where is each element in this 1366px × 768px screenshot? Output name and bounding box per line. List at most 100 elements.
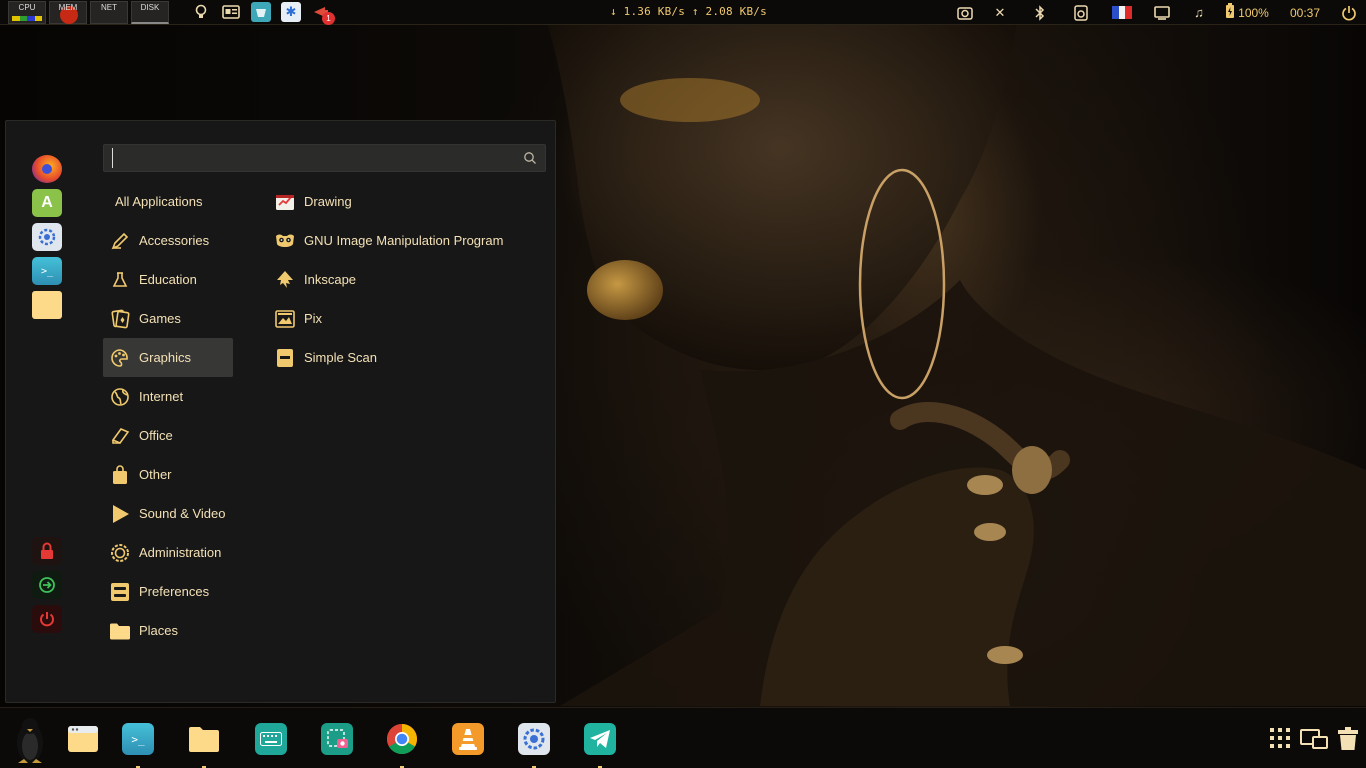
category-label: Education	[139, 272, 197, 287]
file-manager-window-icon[interactable]	[67, 723, 99, 755]
inkscape-icon	[274, 269, 296, 291]
net-monitor-label: NET	[101, 2, 117, 12]
music-icon[interactable]: ♫	[1182, 0, 1216, 25]
app-label: Drawing	[304, 194, 352, 209]
preferences-icon	[109, 581, 131, 603]
app-gimp[interactable]: GNU Image Manipulation Program	[268, 221, 548, 260]
search-box	[103, 144, 546, 172]
category-internet[interactable]: Internet	[103, 377, 233, 416]
news-icon[interactable]	[221, 2, 241, 22]
category-graphics[interactable]: Graphics	[103, 338, 233, 377]
settings-icon[interactable]	[518, 723, 550, 768]
category-label: Sound & Video	[139, 506, 226, 521]
software-store-icon[interactable]: A	[32, 189, 62, 217]
app-label: Pix	[304, 311, 323, 326]
places-icon	[109, 620, 131, 642]
flower-app-icon[interactable]: ✱	[281, 2, 301, 22]
net-speed-indicator[interactable]: ↓ 1.36 KB/s ↑ 2.08 KB/s	[610, 5, 767, 18]
firefox-icon[interactable]	[32, 155, 62, 183]
app-simple-scan[interactable]: Simple Scan	[268, 338, 548, 377]
lightbulb-icon[interactable]	[191, 2, 211, 22]
search-input[interactable]	[112, 148, 512, 168]
cpu-monitor[interactable]: CPU	[8, 0, 46, 24]
app-label: Inkscape	[304, 272, 357, 287]
trash-icon[interactable]	[1334, 723, 1362, 753]
category-education[interactable]: Education	[103, 260, 233, 299]
logout-icon[interactable]	[32, 571, 62, 599]
category-list: All Applications Accessories Education G…	[103, 182, 233, 650]
keyboard-icon[interactable]	[255, 723, 287, 755]
session-buttons	[32, 537, 62, 639]
category-accessories[interactable]: Accessories	[103, 221, 233, 260]
category-label: All Applications	[115, 194, 203, 209]
mem-monitor-label: MEM	[58, 2, 78, 12]
sound-video-icon	[109, 503, 131, 525]
office-icon	[109, 425, 131, 447]
system-monitors: CPU MEM NET DISK	[8, 0, 169, 24]
battery-indicator[interactable]: 100%	[1216, 0, 1278, 25]
window-app-icon[interactable]	[251, 2, 271, 22]
lock-icon[interactable]	[32, 537, 62, 565]
flag-fr-icon[interactable]	[1102, 0, 1142, 25]
accessories-icon	[109, 230, 131, 252]
settings-icon[interactable]	[32, 223, 62, 251]
category-label: Office	[139, 428, 173, 443]
battery-icon	[1225, 3, 1235, 22]
screenshot-icon[interactable]	[950, 0, 980, 25]
app-pix[interactable]: Pix	[268, 299, 548, 338]
category-games[interactable]: Games	[103, 299, 233, 338]
games-icon	[109, 308, 131, 330]
category-office[interactable]: Office	[103, 416, 233, 455]
audio-device-icon[interactable]	[1060, 0, 1102, 25]
category-other[interactable]: Other	[103, 455, 233, 494]
category-all-applications[interactable]: All Applications	[103, 182, 233, 221]
vlc-icon[interactable]	[452, 723, 484, 755]
terminal-icon[interactable]: >_	[32, 257, 62, 285]
disk-monitor[interactable]: DISK	[131, 0, 169, 24]
mem-monitor[interactable]: MEM	[49, 0, 87, 24]
category-administration[interactable]: Administration	[103, 533, 233, 572]
app-drawing[interactable]: Drawing	[268, 182, 548, 221]
app-label: GNU Image Manipulation Program	[304, 233, 504, 248]
category-label: Games	[139, 311, 181, 326]
search-icon	[524, 152, 536, 164]
app-inkscape[interactable]: Inkscape	[268, 260, 548, 299]
pix-icon	[274, 308, 296, 330]
category-label: Internet	[139, 389, 184, 404]
shutdown-icon[interactable]	[32, 605, 62, 633]
bottom-dock: >_	[0, 707, 1366, 768]
cpu-monitor-label: CPU	[18, 2, 36, 12]
notification-count-badge: 1	[322, 12, 335, 25]
clock[interactable]: 00:37	[1278, 0, 1332, 25]
administration-icon	[109, 542, 131, 564]
category-preferences[interactable]: Preferences	[103, 572, 233, 611]
power-icon[interactable]	[1332, 0, 1366, 25]
display-icon[interactable]	[1142, 0, 1182, 25]
notification-app-icon[interactable]: 1	[311, 2, 335, 25]
application-list: Drawing GNU Image Manipulation Program I…	[268, 182, 548, 377]
graphics-icon	[109, 347, 131, 369]
gimp-icon	[274, 230, 296, 252]
files-icon[interactable]	[32, 291, 62, 319]
drawing-icon	[274, 191, 296, 213]
chrome-icon[interactable]	[386, 723, 418, 768]
menu-tux-icon[interactable]	[10, 713, 50, 765]
bluetooth-icon[interactable]	[1020, 0, 1060, 25]
terminal-icon[interactable]: >_	[122, 723, 154, 768]
files-icon[interactable]	[188, 723, 220, 768]
category-label: Places	[139, 623, 179, 638]
category-sound-video[interactable]: Sound & Video	[103, 494, 233, 533]
internet-icon	[109, 386, 131, 408]
application-menu: A >_ All Applications Accessories Educat…	[5, 120, 556, 703]
net-monitor[interactable]: NET	[90, 0, 128, 24]
telegram-icon[interactable]	[584, 723, 616, 768]
app-grid-icon[interactable]	[1266, 723, 1294, 753]
screenshot-app-icon[interactable]	[321, 723, 353, 755]
other-icon	[109, 464, 131, 486]
category-label: Graphics	[139, 350, 192, 365]
workspaces-icon[interactable]	[1300, 723, 1328, 753]
tray-left: ✱ 1	[191, 2, 335, 25]
close-icon[interactable]: ✕	[980, 0, 1020, 25]
category-places[interactable]: Places	[103, 611, 233, 650]
tray-right: ✕ ♫ 100% 00:37	[950, 0, 1366, 25]
